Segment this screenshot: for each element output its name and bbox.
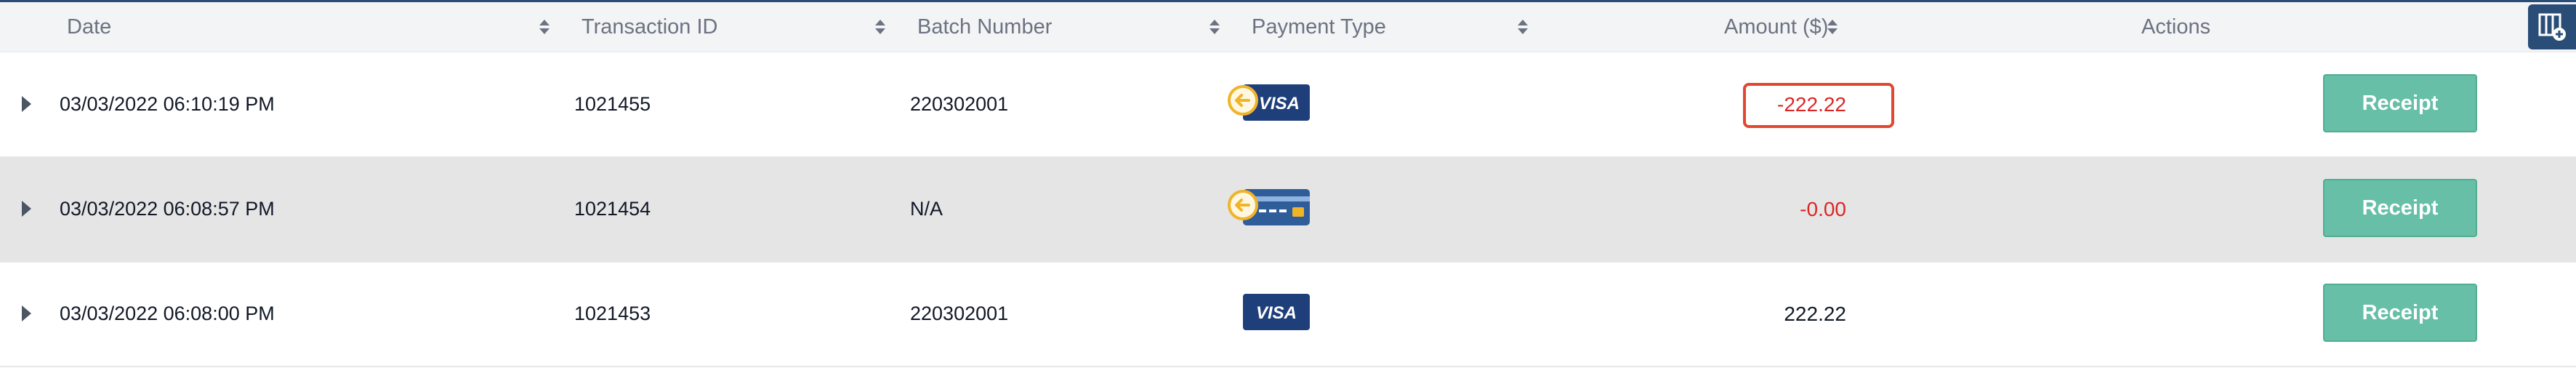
card-brand-text: VISA	[1256, 303, 1297, 323]
cell-transaction-id: 1021453	[574, 303, 651, 324]
sort-batch-number-icon[interactable]	[1209, 20, 1220, 34]
cell-batch-number: N/A	[910, 198, 943, 220]
cell-date: 03/03/2022 06:08:57 PM	[60, 198, 275, 220]
receipt-button[interactable]: Receipt	[2323, 284, 2477, 342]
cell-transaction-id: 1021454	[574, 198, 651, 220]
header-batch-number-label: Batch Number	[917, 15, 1052, 39]
header-date-label: Date	[67, 15, 112, 39]
visa-card-icon: VISA	[1227, 289, 1316, 335]
header-transaction-id[interactable]: Transaction ID	[581, 2, 718, 52]
sort-transaction-id-icon[interactable]	[875, 20, 885, 34]
receipt-button[interactable]: Receipt	[2323, 74, 2477, 132]
cell-amount: 222.22	[1784, 302, 1846, 325]
expand-row-icon[interactable]	[22, 96, 31, 112]
transactions-table: Date Transaction ID Batch Number Payment…	[0, 0, 2576, 368]
sort-amount-icon[interactable]	[1827, 20, 1838, 34]
header-amount-label: Amount ($)	[1724, 15, 1829, 39]
header-payment-type-label: Payment Type	[1252, 15, 1386, 39]
table-header: Date Transaction ID Batch Number Payment…	[0, 2, 2576, 52]
cell-date: 03/03/2022 06:08:00 PM	[60, 303, 275, 324]
header-actions: Actions	[2141, 2, 2210, 52]
header-amount[interactable]: Amount ($)	[1724, 2, 1828, 52]
header-batch-number[interactable]: Batch Number	[917, 2, 1052, 52]
expand-row-icon[interactable]	[22, 201, 31, 217]
cell-date: 03/03/2022 06:10:19 PM	[60, 93, 275, 115]
cell-batch-number: 220302001	[910, 93, 1009, 115]
cell-transaction-id: 1021455	[574, 93, 651, 115]
receipt-button[interactable]: Receipt	[2323, 179, 2477, 237]
visa-refund-icon: VISA	[1227, 80, 1316, 125]
header-transaction-id-label: Transaction ID	[581, 15, 718, 39]
card-refund-icon	[1227, 185, 1316, 230]
cell-amount: -222.22	[1777, 92, 1846, 116]
cell-amount: -0.00	[1800, 197, 1846, 220]
table-row: 03/03/2022 06:08:00 PM 1021453 220302001…	[0, 262, 2576, 367]
card-brand-text: VISA	[1259, 94, 1300, 113]
expand-row-icon[interactable]	[22, 305, 31, 321]
table-row: 03/03/2022 06:10:19 PM 1021455 220302001…	[0, 52, 2576, 158]
column-settings-icon[interactable]	[2528, 4, 2576, 49]
header-payment-type[interactable]: Payment Type	[1252, 2, 1386, 52]
cell-batch-number: 220302001	[910, 303, 1009, 324]
header-actions-label: Actions	[2141, 15, 2211, 39]
sort-date-icon[interactable]	[539, 20, 550, 34]
sort-payment-type-icon[interactable]	[1518, 20, 1528, 34]
table-row: 03/03/2022 06:08:57 PM 1021454 N/A -0.00…	[0, 157, 2576, 263]
header-date[interactable]: Date	[67, 2, 111, 52]
